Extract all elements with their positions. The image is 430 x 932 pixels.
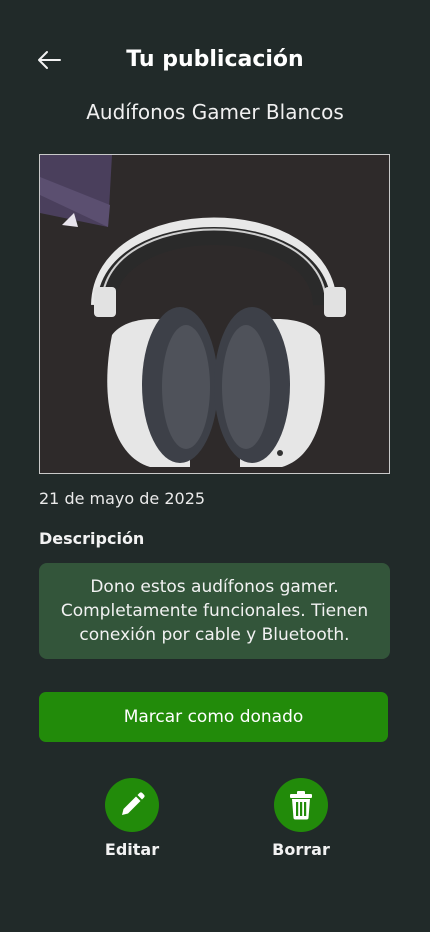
trash-icon <box>290 791 312 820</box>
delete-button[interactable]: Borrar <box>246 778 356 861</box>
publication-date: 21 de mayo de 2025 <box>39 489 206 508</box>
edit-button[interactable]: Editar <box>77 778 187 861</box>
description-label: Descripción <box>39 529 145 548</box>
headphones-image <box>40 155 389 473</box>
description-text: Dono estos audífonos gamer. Completament… <box>60 577 369 645</box>
edit-circle[interactable] <box>105 778 159 832</box>
edit-label: Editar <box>104 840 160 859</box>
delete-circle[interactable] <box>274 778 328 832</box>
item-title: Audífonos Gamer Blancos <box>86 100 344 124</box>
description-box: Dono estos audífonos gamer. Completament… <box>39 563 390 659</box>
page-title: Tu publicación <box>126 47 304 72</box>
delete-label: Borrar <box>272 840 330 859</box>
item-photo <box>39 154 390 474</box>
pencil-icon <box>122 792 145 815</box>
mark-donated-button[interactable]: Marcar como donado <box>39 692 388 742</box>
